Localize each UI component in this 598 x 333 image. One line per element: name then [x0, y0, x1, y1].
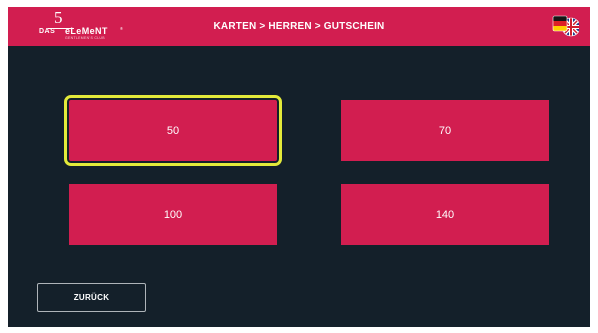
back-button[interactable]: ZURÜCK: [37, 283, 146, 312]
amount-100-label: 100: [163, 208, 183, 221]
amount-100-button[interactable]: 100: [69, 184, 277, 245]
amount-70-button[interactable]: 70: [341, 100, 549, 161]
kiosk-screen: 5 DAS eLeMeNT ® GENTLEMEN'S CLUB KARTEN …: [8, 7, 590, 327]
amount-50-label: 50: [166, 124, 180, 137]
german-uk-flag-icon[interactable]: [550, 13, 581, 40]
amount-140-label: 140: [435, 208, 455, 221]
amount-50-button[interactable]: 50: [64, 95, 282, 166]
back-button-label: ZURÜCK: [73, 293, 110, 302]
top-bar: 5 DAS eLeMeNT ® GENTLEMEN'S CLUB KARTEN …: [8, 7, 590, 46]
amount-70-label: 70: [438, 124, 452, 137]
breadcrumb: KARTEN > HERREN > GUTSCHEIN: [213, 21, 385, 32]
amount-140-button[interactable]: 140: [341, 184, 549, 245]
